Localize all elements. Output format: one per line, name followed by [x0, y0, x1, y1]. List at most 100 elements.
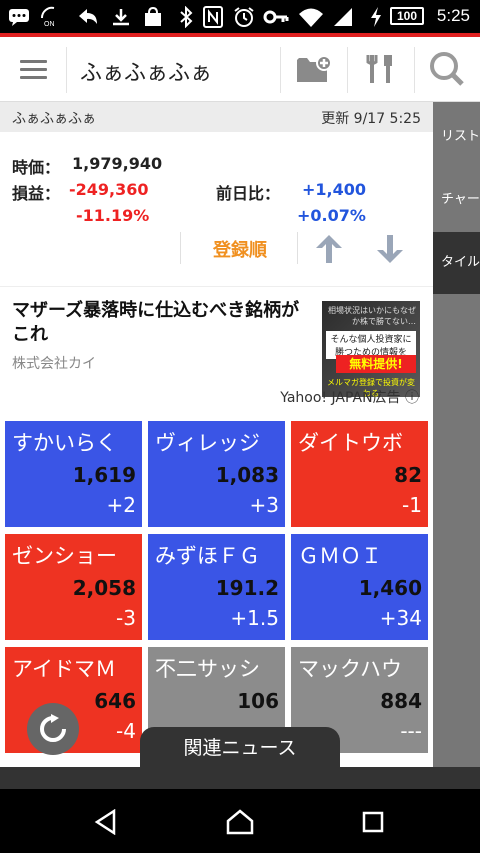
menu-button[interactable] [0, 37, 66, 102]
stock-price: 1,619 [72, 463, 136, 487]
stock-tile[interactable]: みずほＦＧ 191.2 +1.5 [148, 534, 285, 640]
stock-name: マックハウ [298, 657, 402, 681]
search-button[interactable] [415, 37, 480, 102]
ad-label[interactable]: Yahoo! JAPAN広告 ⓘ [280, 387, 419, 407]
stock-price: 884 [380, 689, 422, 713]
sort-order-button[interactable]: 登録順 [180, 232, 298, 264]
day-change-label: 前日比： [216, 184, 281, 203]
menu-icon-line [20, 60, 47, 63]
stock-name: ゼンショー [12, 544, 117, 568]
bag-icon [145, 6, 161, 26]
stock-tile[interactable]: ゼンショー 2,058 -3 [5, 534, 142, 640]
ad-label-text: Yahoo! JAPAN広告 [280, 390, 401, 406]
arrow-down-icon [377, 235, 403, 263]
stock-tile[interactable]: ヴィレッジ 1,083 +3 [148, 421, 285, 527]
menu-icon-line [20, 76, 47, 79]
download-icon [113, 9, 129, 26]
stock-change: +2 [106, 493, 136, 517]
move-down-button[interactable] [360, 232, 420, 264]
stock-name: 不二サッシ [155, 657, 260, 681]
folder-add-icon [297, 55, 332, 82]
alarm-icon [234, 7, 254, 27]
app-bar: ふぁふぁふぁ [0, 37, 480, 102]
portfolio-summary: 時価： 1,979,940 損益： -249,360 -11.19% 前日比： … [0, 132, 433, 282]
ad-company: 株式会社カイ [12, 356, 96, 372]
back-arrow-icon [79, 9, 97, 24]
status-bar: ON 100 5:25 [0, 0, 480, 33]
ad-image[interactable]: 相場状況はいかにもなぜか株で勝てない… そんな個人投資家に勝つための情報を 無料… [322, 301, 420, 398]
stock-price: 106 [237, 689, 279, 713]
back-icon[interactable] [94, 809, 118, 835]
view-tabs: リスト チャート タイル [433, 102, 480, 767]
search-icon [430, 52, 464, 86]
info-icon: ⓘ [405, 390, 419, 406]
stock-price: 1,460 [358, 576, 422, 600]
bluetooth-icon [180, 6, 193, 28]
stock-price: 2,058 [72, 576, 136, 600]
refresh-icon [40, 714, 66, 742]
tools-button[interactable] [348, 37, 414, 102]
nfc-icon [203, 6, 223, 28]
navigation-bar [0, 789, 480, 853]
portfolio-header: ふぁふぁふぁ 更新 9/17 5:25 [0, 102, 433, 132]
chat-icon [9, 9, 29, 26]
stock-tile[interactable]: ＧＭＯＩ 1,460 +34 [291, 534, 428, 640]
day-change-percent: +0.07% [297, 206, 366, 225]
stock-change: -4 [116, 719, 136, 743]
svg-text:ON: ON [44, 21, 55, 28]
stock-name: ダイトウボ [298, 431, 403, 455]
signal-icon [334, 8, 352, 26]
battery-indicator: 100 [390, 7, 424, 25]
market-value-label: 時価： [12, 158, 61, 177]
updated-time: 更新 9/17 5:25 [321, 111, 421, 127]
related-news-tab[interactable]: 関連ニュース [140, 727, 340, 767]
market-value: 1,979,940 [72, 154, 163, 173]
arrow-up-icon [316, 235, 342, 263]
stock-change: --- [400, 719, 422, 743]
stock-change: -3 [116, 606, 136, 630]
move-up-button[interactable] [299, 232, 359, 264]
profit-loss-label: 損益： [12, 184, 61, 203]
wifi-icon [299, 8, 323, 27]
profit-loss-value: -249,360 [69, 180, 149, 199]
key-icon [263, 10, 289, 24]
ad-headline[interactable]: マザーズ暴落時に仕込むべき銘柄がこれ [12, 299, 312, 347]
stock-change: +1.5 [230, 606, 279, 630]
portfolio-name: ふぁふぁふぁ [12, 111, 96, 127]
page-title: ふぁふぁふぁ [80, 61, 213, 86]
stock-tile[interactable]: ダイトウボ 82 -1 [291, 421, 428, 527]
tab-chart[interactable]: チャート [433, 169, 480, 231]
ad-image-text: 相場状況はいかにもなぜか株で勝てない… [328, 306, 416, 326]
day-change-value: +1,400 [302, 180, 367, 199]
stock-change: -1 [402, 493, 422, 517]
advertisement[interactable]: マザーズ暴落時に仕込むべき銘柄がこれ 株式会社カイ 相場状況はいかにもなぜか株で… [0, 286, 433, 407]
tools-icon [366, 55, 392, 83]
stock-name: ヴィレッジ [155, 431, 260, 455]
stock-price: 1,083 [215, 463, 279, 487]
stock-tile[interactable]: すかいらく 1,619 +2 [5, 421, 142, 527]
stock-name: みずほＦＧ [155, 544, 260, 568]
stock-change: +3 [249, 493, 279, 517]
recents-icon[interactable] [362, 811, 384, 833]
stock-name: ＧＭＯＩ [298, 544, 382, 568]
tab-tile[interactable]: タイル [433, 232, 480, 294]
sort-order-label: 登録順 [213, 240, 267, 261]
portfolio-content: ふぁふぁふぁ 更新 9/17 5:25 時価： 1,979,940 損益： -2… [0, 102, 433, 767]
network-icon: ON [40, 6, 55, 28]
divider [66, 47, 67, 93]
tab-list[interactable]: リスト [433, 106, 480, 168]
refresh-button[interactable] [27, 703, 79, 755]
profit-loss-percent: -11.19% [76, 206, 150, 225]
stock-price: 82 [394, 463, 422, 487]
stock-price: 646 [94, 689, 136, 713]
clock: 5:25 [436, 6, 470, 25]
add-folder-button[interactable] [281, 37, 347, 102]
stock-price: 191.2 [215, 576, 279, 600]
charging-icon [371, 7, 381, 27]
bottom-shade [0, 767, 480, 789]
stock-name: アイドマＭ [12, 657, 116, 681]
menu-icon-line [20, 68, 47, 71]
home-icon[interactable] [226, 809, 254, 835]
ad-image-text: 無料提供! [336, 355, 416, 373]
stock-name: すかいらく [12, 431, 117, 455]
